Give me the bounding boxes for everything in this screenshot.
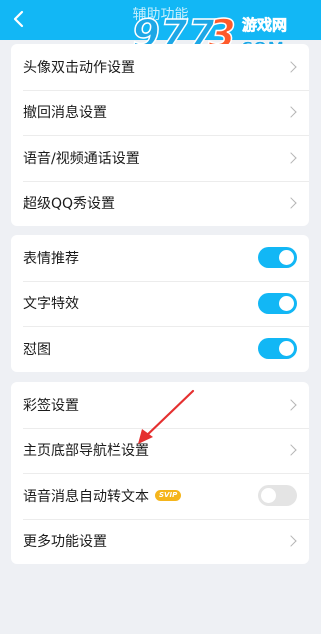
voice-to-text-row: 语音消息自动转文本 SVIP [11,473,309,519]
settings-group-more: 彩签设置 主页底部导航栏设置 语音消息自动转文本 SVIP 更多功能设置 [11,382,309,564]
toggle-knob [279,341,294,357]
chevron-right-icon [285,106,297,118]
text-effects-toggle[interactable] [258,292,297,314]
row-label: 更多功能设置 [23,534,107,551]
sticker-recommend-row: 表情推荐 [11,235,309,281]
home-bottom-nav-setting[interactable]: 主页底部导航栏设置 [11,427,309,474]
diss-image-row: 怼图 [11,326,309,372]
row-label: 语音/视频通话设置 [23,150,140,167]
row-label: 怼图 [23,341,51,358]
recall-message-setting[interactable]: 撤回消息设置 [11,89,309,136]
chevron-right-icon [285,197,297,209]
chevron-right-icon [285,399,297,411]
svg-text:游戏网: 游戏网 [242,16,287,34]
toggle-knob [261,488,276,504]
chevron-right-icon [285,535,297,547]
row-label: 语音消息自动转文本 [23,488,149,505]
row-label: 文字特效 [23,296,79,313]
row-label: 主页底部导航栏设置 [23,443,149,460]
avatar-double-tap-setting[interactable]: 头像双击动作设置 [11,44,309,90]
svip-badge: SVIP [155,490,182,502]
settings-group-general: 头像双击动作设置 撤回消息设置 语音/视频通话设置 超级QQ秀设置 [11,44,309,226]
chevron-right-icon [285,152,297,164]
toggle-knob [279,295,294,311]
row-label: 超级QQ秀设置 [23,196,116,213]
settings-group-toggles: 表情推荐 文字特效 怼图 [11,235,309,372]
chevron-right-icon [285,444,297,456]
row-label: 表情推荐 [23,250,79,267]
more-features-setting[interactable]: 更多功能设置 [11,518,309,565]
row-label: 彩签设置 [23,397,79,414]
text-effects-row: 文字特效 [11,280,309,327]
color-signature-setting[interactable]: 彩签设置 [11,382,309,428]
sticker-recommend-toggle[interactable] [258,247,297,269]
diss-image-toggle[interactable] [258,338,297,360]
super-qq-show-setting[interactable]: 超级QQ秀设置 [11,180,309,227]
chevron-right-icon [285,61,297,73]
voice-to-text-toggle[interactable] [258,485,297,507]
row-label: 撤回消息设置 [23,105,107,122]
toggle-knob [279,250,294,266]
voice-video-call-setting[interactable]: 语音/视频通话设置 [11,135,309,181]
row-label: 头像双击动作设置 [23,59,135,76]
